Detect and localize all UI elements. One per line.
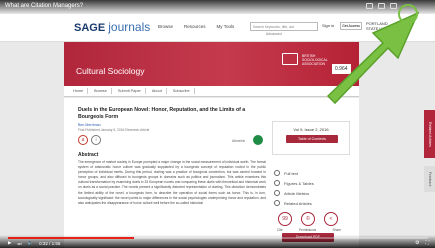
time-display: 0:32 / 1:55 bbox=[39, 240, 61, 246]
next-icon[interactable]: ⏭ bbox=[17, 241, 21, 246]
cite-label: Cite bbox=[277, 228, 283, 232]
logo-sage: SAGE bbox=[74, 22, 106, 34]
fullscreen-icon[interactable]: ⛶ bbox=[425, 240, 429, 246]
link-full-text[interactable]: Full text bbox=[274, 168, 314, 178]
article-author[interactable]: Ben Merriman bbox=[78, 123, 101, 127]
metrics-icon bbox=[274, 190, 280, 196]
action-labels: Cite Permissions Share bbox=[277, 228, 341, 232]
feedback-tab[interactable]: Feedback bbox=[424, 166, 435, 192]
right-controls: ⚙ ⛶ bbox=[415, 240, 429, 246]
article-title: Duels in the European Novel: Honor, Repu… bbox=[78, 107, 246, 120]
abstract-text: The emergence of market society in Europ… bbox=[78, 160, 266, 205]
issue-label: Vol 9, Issue 2, 2016 bbox=[293, 127, 329, 132]
lock-icon bbox=[253, 135, 263, 145]
link-related[interactable]: Related Articles bbox=[274, 198, 314, 208]
share-icon[interactable] bbox=[378, 3, 385, 9]
share-label: Share bbox=[332, 228, 341, 232]
video-top-icons bbox=[366, 3, 397, 9]
altmetric-label[interactable]: Altmetric bbox=[232, 139, 245, 143]
link-metrics[interactable]: Article Metrics bbox=[274, 188, 314, 198]
related-icon bbox=[274, 200, 280, 206]
info-icon[interactable] bbox=[390, 3, 397, 9]
link-figures-label: Figures & Tables bbox=[284, 180, 314, 186]
subnav-subscribe[interactable]: Subscribe bbox=[169, 88, 195, 94]
impact-factor-badge[interactable]: 0.964 bbox=[332, 64, 351, 74]
subnav-browse[interactable]: Browse bbox=[90, 88, 112, 94]
link-related-label: Related Articles bbox=[284, 200, 312, 206]
article-actions: 99 © < bbox=[278, 212, 338, 226]
journal-banner: Cultural Sociology BRITISH SOCIOLOGICAL … bbox=[64, 42, 359, 86]
permissions-icon[interactable]: © bbox=[301, 212, 315, 226]
open-access-icon[interactable]: a bbox=[78, 135, 88, 145]
nav-browse[interactable]: Browse bbox=[158, 24, 173, 29]
table-of-contents-button[interactable]: Table of Contents bbox=[286, 135, 338, 143]
bsa-logo-icon bbox=[282, 53, 298, 65]
volume-icon[interactable]: 🔈 bbox=[28, 240, 34, 246]
share-icon[interactable]: < bbox=[324, 212, 338, 226]
subnav-about[interactable]: About bbox=[148, 88, 167, 94]
figures-icon bbox=[274, 180, 280, 186]
article-links: Full text Figures & Tables Article Metri… bbox=[274, 168, 314, 208]
link-figures[interactable]: Figures & Tables bbox=[274, 178, 314, 188]
get-access-button[interactable]: Get Access bbox=[340, 22, 362, 30]
article-content: Duels in the European Novel: Honor, Repu… bbox=[64, 98, 359, 248]
settings-icon[interactable]: ⚙ bbox=[415, 240, 419, 246]
bsa-line-3: ASSOCIATION bbox=[302, 62, 325, 66]
link-full-text-label: Full text bbox=[284, 170, 299, 176]
issue-box: Vol 9, Issue 2, 2016 Table of Contents bbox=[272, 121, 350, 155]
nav-my-tools[interactable]: My Tools bbox=[217, 24, 235, 29]
bsa-text: BRITISH SOCIOLOGICAL ASSOCIATION bbox=[302, 54, 328, 66]
publication-date: First Published January 5, 2016 Research… bbox=[78, 128, 150, 132]
sign-in-link[interactable]: Sign in bbox=[322, 23, 334, 28]
left-controls: ▶ ⏭ 🔈 0:32 / 1:55 bbox=[8, 240, 60, 246]
subnav-submit-paper[interactable]: Submit Paper bbox=[114, 88, 146, 94]
link-metrics-label: Article Metrics bbox=[284, 190, 310, 196]
sage-journals-logo[interactable]: SAGE journals bbox=[74, 20, 150, 34]
video-frame: What are Citation Managers? SAGE journal… bbox=[0, 0, 435, 248]
journal-subnav: Home Browse Submit Paper About Subscribe bbox=[64, 86, 359, 97]
main-nav: Browse Resources My Tools bbox=[158, 24, 234, 29]
watch-later-icon[interactable] bbox=[366, 3, 373, 9]
full-text-icon bbox=[274, 170, 280, 176]
advanced-search-link[interactable]: Advanced bbox=[266, 32, 282, 36]
progress-bar[interactable] bbox=[8, 237, 428, 239]
related-articles-tab[interactable]: Related Articles bbox=[424, 110, 435, 158]
nav-resources[interactable]: Resources bbox=[184, 24, 206, 29]
institution-line-2: STATE UNIV bbox=[366, 26, 389, 31]
play-icon[interactable]: ▶ bbox=[8, 240, 11, 246]
info-icon[interactable]: i bbox=[91, 135, 101, 145]
institution-badge: PORTLAND STATE UNIV bbox=[366, 21, 389, 31]
video-player-controls: ▶ ⏭ 🔈 0:32 / 1:55 ⚙ ⛶ bbox=[0, 235, 435, 248]
logo-journals: journals bbox=[108, 20, 151, 34]
abstract-heading: Abstract bbox=[78, 152, 99, 158]
subnav-home[interactable]: Home bbox=[69, 88, 89, 94]
highlight-circle bbox=[398, 4, 418, 24]
journal-header: SAGE journals Browse Resources My Tools … bbox=[0, 14, 435, 42]
cite-icon[interactable]: 99 bbox=[278, 212, 292, 226]
permissions-label: Permissions bbox=[298, 228, 317, 232]
search-input[interactable]: Search keywords, title, aut bbox=[250, 22, 318, 31]
progress-fill bbox=[8, 237, 134, 239]
journal-title: Cultural Sociology bbox=[76, 66, 145, 76]
